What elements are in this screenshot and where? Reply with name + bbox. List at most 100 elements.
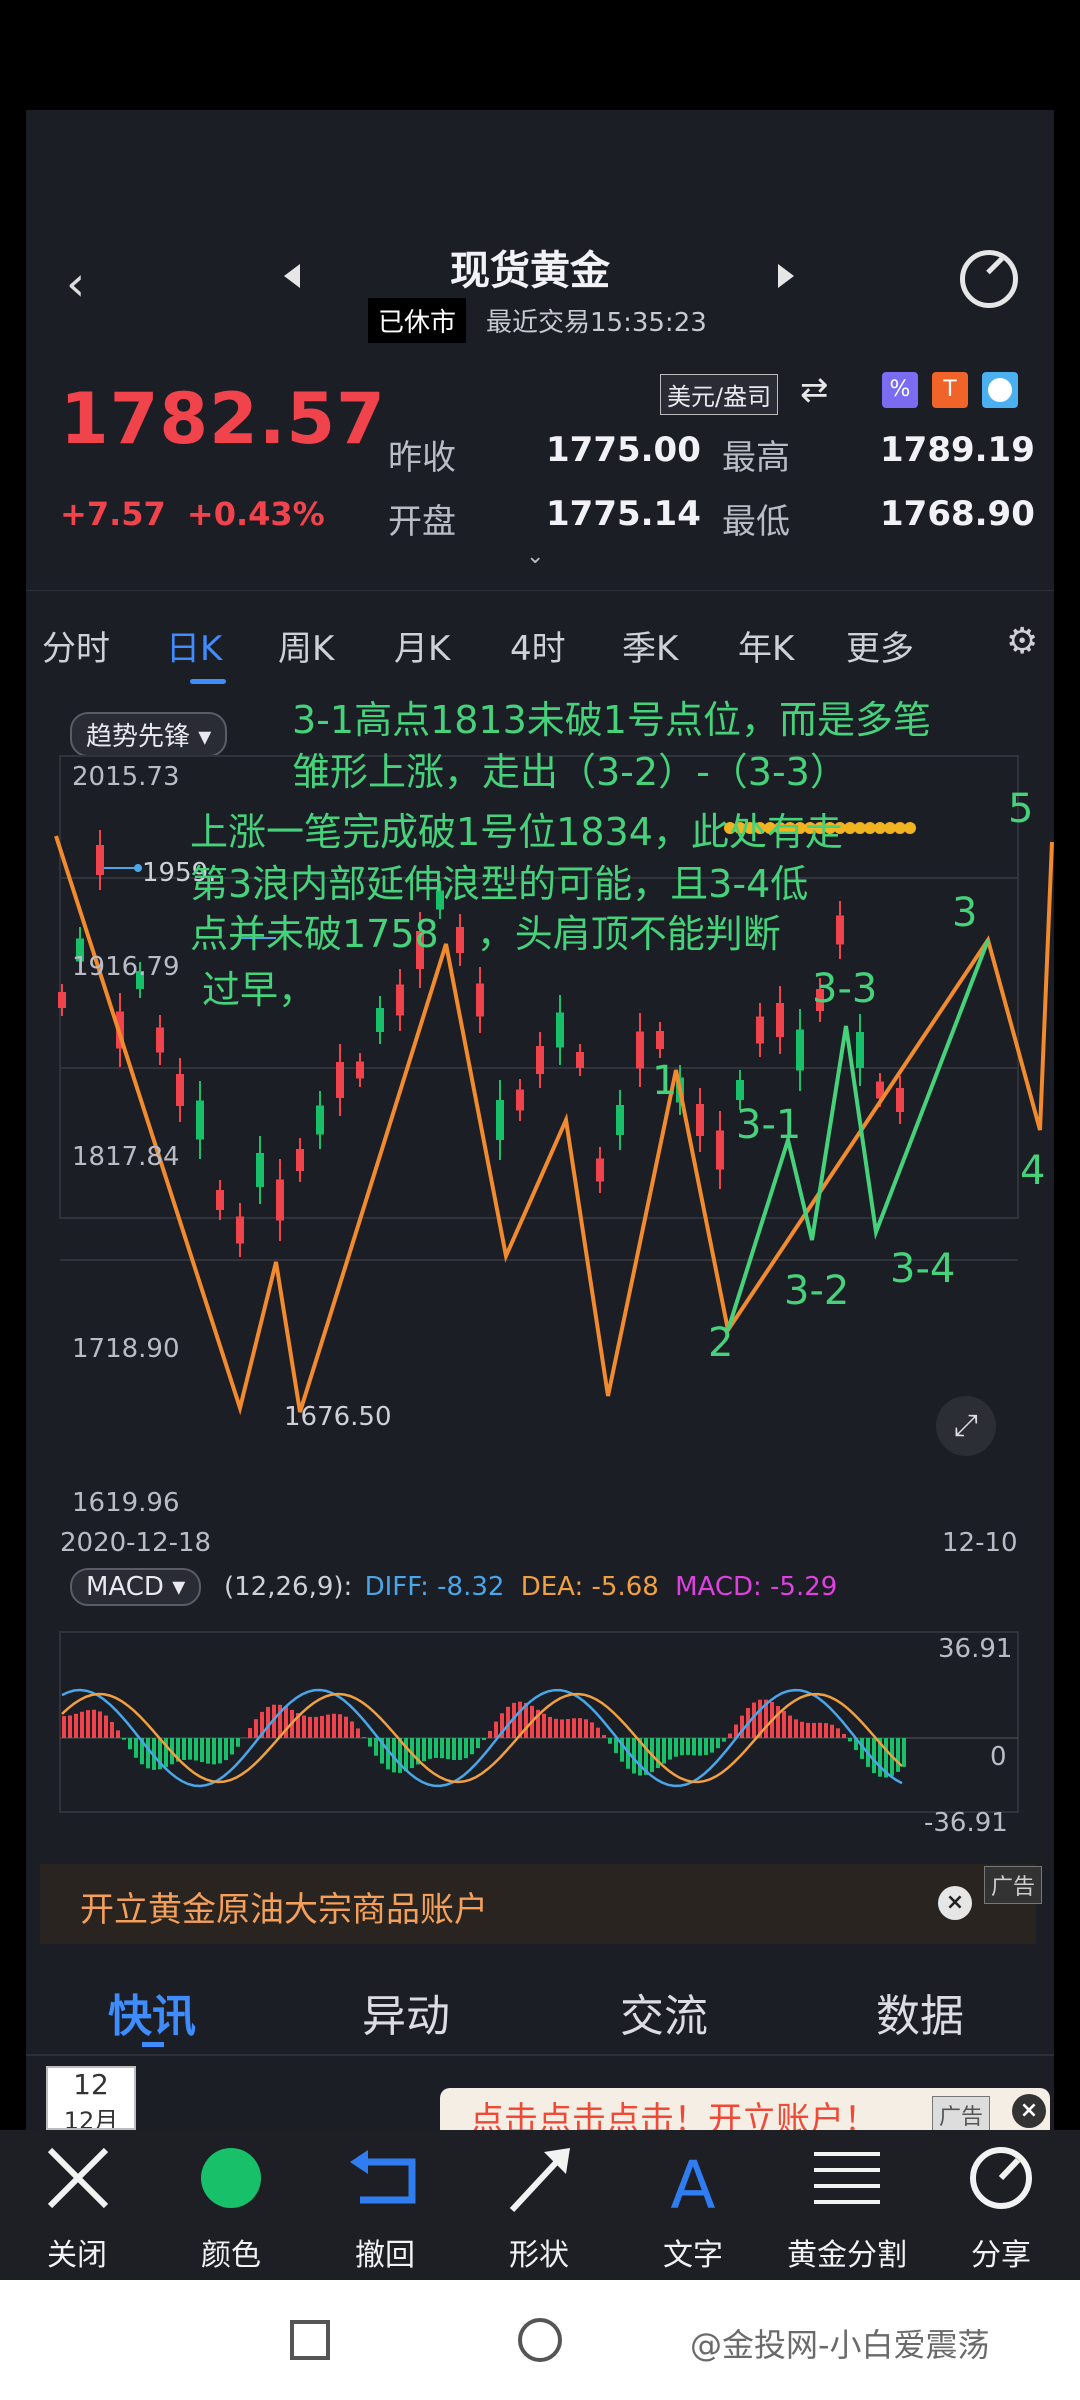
min-marker: 1676.50 (284, 1402, 392, 1432)
ad-strip-close-icon[interactable]: × (1012, 2094, 1046, 2128)
svg-text:A: A (670, 2147, 715, 2224)
macd-diff: DIFF: -8.32 (364, 1572, 505, 1602)
candle-body (496, 1100, 504, 1140)
macd-bar (560, 1719, 564, 1738)
macd-bar (728, 1733, 732, 1738)
alert-icon[interactable]: T (932, 372, 968, 408)
macd-bar (284, 1706, 288, 1738)
tab-daily-k[interactable]: 日K (166, 621, 222, 670)
macd-chart[interactable] (0, 1620, 1080, 1840)
macd-bar (116, 1730, 120, 1738)
tab-monthly-k[interactable]: 月K (394, 621, 450, 670)
low-label: 最低 (722, 502, 790, 542)
macd-bar (308, 1716, 312, 1738)
y-tick-2: 1916.79 (72, 952, 180, 982)
tab-data[interactable]: 数据 (876, 1980, 964, 2044)
fullscreen-icon[interactable]: ⤢ (936, 1396, 996, 1456)
wave-label-3-4: 3-4 (890, 1246, 956, 1292)
macd-bar (566, 1719, 570, 1738)
last-trade-time: 最近交易15:35:23 (486, 308, 707, 338)
ad-tag: 广告 (984, 1866, 1043, 1904)
candle-body (376, 1008, 384, 1032)
golden-ratio-tool-label: 黄金分割 (787, 2238, 907, 2273)
y-tick-3: 1817.84 (72, 1142, 180, 1172)
macd-bar (818, 1722, 822, 1738)
macd-bar (146, 1738, 150, 1769)
macd-bar (194, 1738, 198, 1761)
active-tab-indicator (190, 679, 226, 684)
share-tool[interactable]: 分享 (926, 2130, 1076, 2280)
prev-close-label: 昨收 (388, 438, 456, 478)
color-tool-label: 颜色 (201, 2238, 261, 2273)
shape-tool[interactable]: 形状 (464, 2130, 614, 2280)
macd-bar (554, 1718, 558, 1738)
tab-intraday[interactable]: 分时 (42, 621, 110, 670)
candle-body (776, 1003, 784, 1037)
tab-yearly-k[interactable]: 年K (738, 621, 794, 670)
wave-label-1: 1 (652, 1058, 678, 1104)
tab-movement[interactable]: 异动 (362, 1980, 450, 2044)
macd-bar (578, 1718, 582, 1738)
candle-body (96, 845, 104, 875)
settings-icon[interactable]: ⚙ (1006, 621, 1038, 662)
share-icon (970, 2147, 1032, 2209)
prev-instrument-icon[interactable] (284, 264, 300, 288)
max-marker-dot (134, 864, 142, 872)
app-root: ‹ 现货黄金 已休市 最近交易15:35:23 1782.57 +7.57 +0… (0, 0, 1080, 2400)
current-price: 1782.57 (60, 378, 386, 460)
macd-bar (206, 1738, 210, 1764)
start-date: 2020-12-18 (60, 1528, 212, 1558)
macd-bar (548, 1716, 552, 1738)
macd-chip[interactable]: MACD ▾ (70, 1568, 202, 1606)
macd-bar (686, 1738, 690, 1755)
home-icon[interactable] (518, 2318, 562, 2362)
back-icon[interactable]: ‹ (66, 256, 85, 312)
refresh-icon[interactable] (960, 250, 1018, 308)
undo-tool[interactable]: 撤回 (310, 2130, 460, 2280)
swap-icon[interactable]: ⇄ (800, 370, 829, 410)
annotation-line-4: 第3浪内部延伸浪型的可能，且3-4低 (190, 862, 809, 906)
next-instrument-icon[interactable] (778, 264, 794, 288)
news-tab-indicator (142, 2042, 164, 2047)
macd-bar (428, 1738, 432, 1759)
wave-label-4: 4 (1020, 1148, 1046, 1194)
expand-icon[interactable]: ⌄ (526, 544, 544, 569)
macd-bar (830, 1724, 834, 1738)
percent-icon[interactable]: % (882, 372, 918, 408)
macd-bar (122, 1738, 126, 1740)
tab-more[interactable]: 更多 (846, 621, 914, 670)
macd-bar (182, 1738, 186, 1760)
candle-body (596, 1158, 604, 1182)
tab-flash-news[interactable]: 快讯 (108, 1980, 196, 2044)
candle-body (336, 1062, 344, 1098)
ad-close-icon[interactable]: × (938, 1886, 972, 1920)
recents-icon[interactable] (290, 2320, 330, 2360)
system-nav-bar: @金投网-小白爱震荡 (0, 2280, 1080, 2400)
candle-body (156, 1027, 164, 1053)
macd-bar (494, 1721, 498, 1738)
unit-selector[interactable]: 美元/盎司 (660, 374, 779, 415)
color-tool[interactable]: 颜色 (156, 2130, 306, 2280)
candle-body (356, 1061, 364, 1079)
tab-weekly-k[interactable]: 周K (278, 621, 334, 670)
annotation-line-6: 过早， (202, 968, 317, 1012)
golden-ratio-tool[interactable]: 黄金分割 (772, 2130, 922, 2280)
annotation-line-5: 点并未破1758 ，头肩顶不能判断 (190, 912, 781, 956)
macd-bar (74, 1713, 78, 1738)
tab-quarterly-k[interactable]: 季K (622, 621, 678, 670)
wave-label-3-1: 3-1 (736, 1102, 802, 1148)
macd-bar (596, 1727, 600, 1738)
candle-body (256, 1153, 264, 1187)
macd-bar (584, 1719, 588, 1738)
tab-discussion[interactable]: 交流 (620, 1980, 708, 2044)
tab-4h[interactable]: 4时 (510, 621, 566, 670)
clock-icon[interactable] (982, 372, 1018, 408)
wave-label-2: 2 (708, 1320, 734, 1366)
wave-label-3: 3 (952, 890, 978, 936)
text-tool[interactable]: A 文字 (618, 2130, 768, 2280)
close-tool[interactable]: 关闭 (2, 2130, 152, 2280)
macd-bar (452, 1738, 456, 1761)
macd-bar (776, 1706, 780, 1738)
ad-banner-text[interactable]: 开立黄金原油大宗商品账户 (80, 1882, 488, 1931)
macd-bar (332, 1713, 336, 1738)
